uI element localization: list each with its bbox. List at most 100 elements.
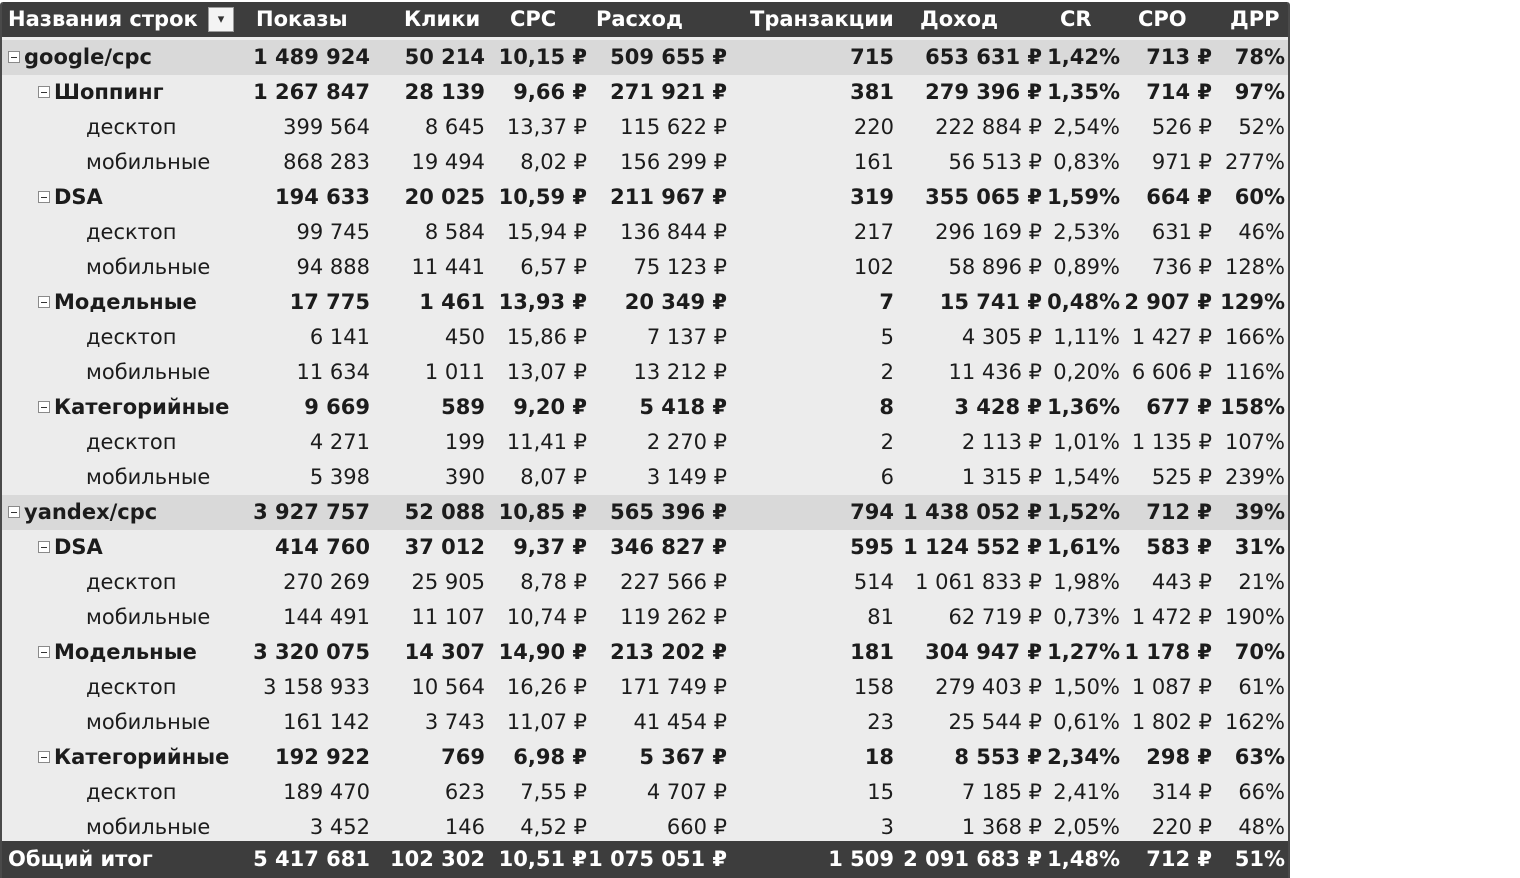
collapse-icon[interactable] xyxy=(8,51,20,63)
cell-revenue: 653 631 ₽ xyxy=(925,45,1042,69)
cell-transactions: 3 xyxy=(880,815,894,839)
cell-cpo: 6 606 ₽ xyxy=(1131,360,1212,384)
row-label-text: мобильные xyxy=(86,465,211,489)
cell-cpc: 7,55 ₽ xyxy=(520,780,587,804)
collapse-icon[interactable] xyxy=(38,401,50,413)
cell-impressions: 3 158 933 xyxy=(263,675,370,699)
row-label: мобильные xyxy=(86,600,210,635)
cell-cpo: 298 ₽ xyxy=(1146,745,1212,769)
cell-impressions: 399 564 xyxy=(283,115,370,139)
filter-dropdown-icon[interactable]: ▾ xyxy=(208,7,234,32)
collapse-icon[interactable] xyxy=(38,541,50,553)
row-label-text: DSA xyxy=(54,185,103,209)
cell-impressions: 414 760 xyxy=(275,535,370,559)
total-cr: 1,48% xyxy=(1047,847,1120,871)
cell-drr: 97% xyxy=(1234,80,1285,104)
cell-cpc: 10,15 ₽ xyxy=(498,45,587,69)
cell-clicks: 28 139 xyxy=(404,80,485,104)
table-row: мобильные 868 283 19 494 8,02 ₽ 156 299 ₽ 161… xyxy=(2,145,1288,180)
pivot-table: Названия строк ▾ Показы Клики CPC Расход… xyxy=(0,2,1290,878)
cell-impressions: 6 141 xyxy=(309,325,370,349)
column-header-drr[interactable]: ДРР xyxy=(1230,2,1280,37)
cell-spend: 346 827 ₽ xyxy=(610,535,727,559)
cell-drr: 158% xyxy=(1220,395,1285,419)
cell-spend: 3 149 ₽ xyxy=(646,465,727,489)
collapse-icon[interactable] xyxy=(8,506,20,518)
cell-drr: 190% xyxy=(1224,605,1285,629)
cell-clicks: 14 307 xyxy=(404,640,485,664)
row-label-text: мобильные xyxy=(86,360,211,384)
cell-revenue: 62 719 ₽ xyxy=(948,605,1042,629)
row-label: десктоп xyxy=(86,425,176,460)
cell-drr: 60% xyxy=(1234,185,1285,209)
column-header-transactions[interactable]: Транзакции xyxy=(750,2,894,37)
collapse-icon[interactable] xyxy=(38,191,50,203)
group-row-label[interactable]: Шоппинг xyxy=(38,75,164,110)
collapse-icon[interactable] xyxy=(38,751,50,763)
source-row-label[interactable]: yandex/cpc xyxy=(8,495,157,530)
column-header-cpc[interactable]: CPC xyxy=(510,2,556,37)
group-row-label[interactable]: Категорийные xyxy=(38,390,229,425)
cell-cpc: 9,37 ₽ xyxy=(513,535,587,559)
group-row-label[interactable]: DSA xyxy=(38,180,103,215)
row-label-text: DSA xyxy=(54,535,103,559)
group-row-label[interactable]: Модельные xyxy=(38,635,197,670)
column-header-clicks[interactable]: Клики xyxy=(404,2,480,37)
cell-clicks: 1 011 xyxy=(424,360,485,384)
table-row: Категорийные 192 922 769 6,98 ₽ 5 367 ₽ 18 8 5… xyxy=(2,740,1288,775)
row-label-text: десктоп xyxy=(86,115,177,139)
column-header-cr[interactable]: CR xyxy=(1060,2,1092,37)
cell-drr: 61% xyxy=(1238,675,1285,699)
cell-cpc: 10,74 ₽ xyxy=(506,605,587,629)
column-header-cpo[interactable]: CPO xyxy=(1138,2,1187,37)
grand-total-row: Общий итог 5 417 681 102 302 10,51 ₽ 1 0… xyxy=(2,841,1288,878)
row-label-text: Модельные xyxy=(54,290,197,314)
table-row: десктоп 399 564 8 645 13,37 ₽ 115 622 ₽ 220 22… xyxy=(2,110,1288,145)
cell-revenue: 15 741 ₽ xyxy=(939,290,1042,314)
row-label: десктоп xyxy=(86,565,176,600)
cell-clicks: 10 564 xyxy=(411,675,485,699)
table-row: десктоп 3 158 933 10 564 16,26 ₽ 171 749 ₽ 15… xyxy=(2,670,1288,705)
cell-cpo: 314 ₽ xyxy=(1151,780,1212,804)
group-row-label[interactable]: Модельные xyxy=(38,285,197,320)
cell-spend: 136 844 ₽ xyxy=(620,220,727,244)
cell-spend: 115 622 ₽ xyxy=(620,115,727,139)
collapse-icon[interactable] xyxy=(38,86,50,98)
cell-transactions: 181 xyxy=(850,640,894,664)
cell-spend: 41 454 ₽ xyxy=(633,710,727,734)
column-header-revenue[interactable]: Доход xyxy=(920,2,998,37)
collapse-icon[interactable] xyxy=(38,296,50,308)
cell-impressions: 3 927 757 xyxy=(253,500,370,524)
group-row-label[interactable]: DSA xyxy=(38,530,103,565)
row-label: мобильные xyxy=(86,705,210,740)
cell-cpo: 677 ₽ xyxy=(1146,395,1212,419)
column-header-spend[interactable]: Расход xyxy=(596,2,683,37)
source-row-label[interactable]: google/cpc xyxy=(8,40,152,75)
cell-revenue: 304 947 ₽ xyxy=(925,640,1042,664)
cell-cr: 0,83% xyxy=(1053,150,1120,174)
cell-clicks: 8 645 xyxy=(424,115,485,139)
grand-total-label: Общий итог xyxy=(8,847,153,871)
group-row-label[interactable]: Категорийные xyxy=(38,740,229,775)
row-label-text: десктоп xyxy=(86,430,177,454)
cell-impressions: 4 271 xyxy=(309,430,370,454)
cell-impressions: 868 283 xyxy=(283,150,370,174)
row-label-text: десктоп xyxy=(86,220,177,244)
cell-cr: 2,41% xyxy=(1053,780,1120,804)
row-label: мобильные xyxy=(86,145,210,180)
collapse-icon[interactable] xyxy=(38,646,50,658)
total-revenue: 2 091 683 ₽ xyxy=(903,847,1042,871)
cell-spend: 20 349 ₽ xyxy=(624,290,727,314)
row-label-text: десктоп xyxy=(86,325,177,349)
cell-clicks: 19 494 xyxy=(411,150,485,174)
cell-impressions: 1 489 924 xyxy=(253,45,370,69)
table-row: десктоп 6 141 450 15,86 ₽ 7 137 ₽ 5 4 305 ₽ 1,1… xyxy=(2,320,1288,355)
total-clicks: 102 302 xyxy=(390,847,485,871)
column-header-impressions[interactable]: Показы xyxy=(256,2,348,37)
cell-revenue: 58 896 ₽ xyxy=(948,255,1042,279)
cell-cpo: 1 087 ₽ xyxy=(1131,675,1212,699)
cell-cpc: 8,07 ₽ xyxy=(520,465,587,489)
cell-cr: 1,59% xyxy=(1047,185,1120,209)
cell-impressions: 94 888 xyxy=(296,255,370,279)
table-row: Шоппинг 1 267 847 28 139 9,66 ₽ 271 921 ₽ 381… xyxy=(2,75,1288,110)
